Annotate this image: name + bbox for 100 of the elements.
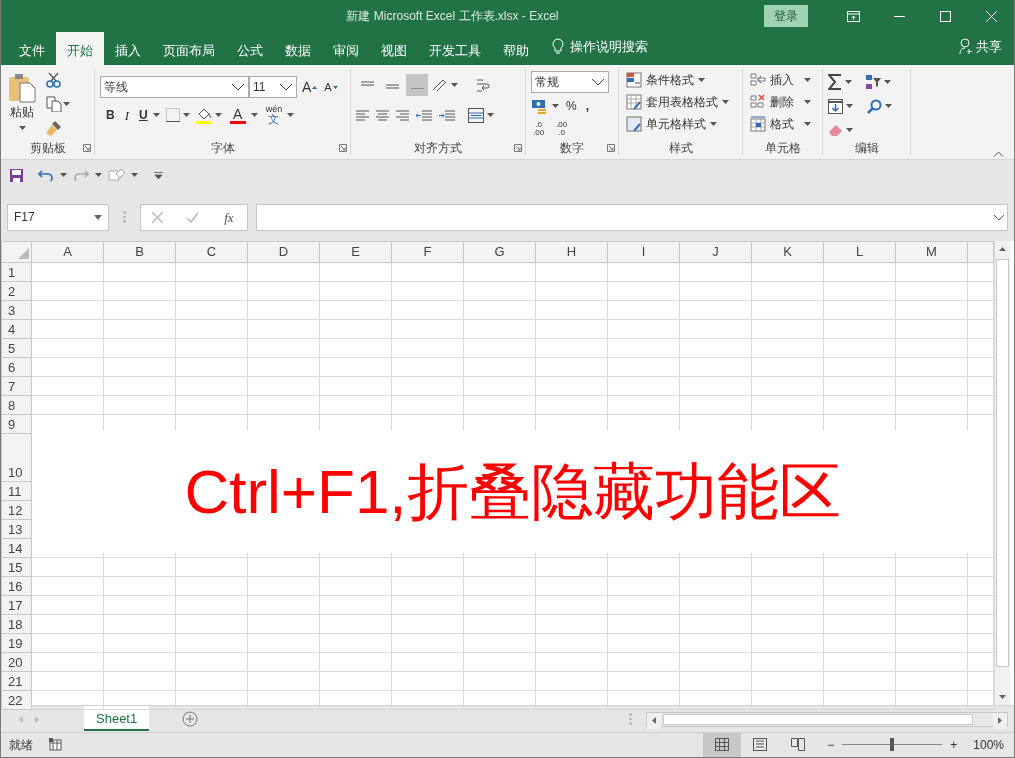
caret-icon[interactable] (182, 113, 190, 117)
scroll-right-icon[interactable] (998, 717, 1002, 724)
percent-button[interactable]: % (564, 99, 579, 113)
conditional-format-icon[interactable] (626, 72, 642, 88)
ribbon-tab[interactable]: 插入 (104, 32, 152, 65)
formula-input[interactable] (256, 203, 1008, 231)
shrink-font-button[interactable]: A (322, 80, 340, 94)
caret-icon[interactable] (698, 78, 705, 82)
borders-icon[interactable] (165, 108, 180, 122)
ribbon-tab[interactable]: 页面布局 (152, 32, 226, 65)
merge-center-icon[interactable] (468, 107, 484, 123)
minimize-icon[interactable] (893, 15, 905, 17)
column-header[interactable]: J (679, 241, 752, 262)
dialog-launcher-icon[interactable] (83, 144, 91, 152)
expand-icon[interactable] (993, 213, 1005, 221)
caret-icon[interactable] (885, 104, 892, 108)
ribbon-tab[interactable]: 开发工具 (418, 32, 492, 65)
column-header[interactable]: H (535, 241, 608, 262)
table-format-icon[interactable] (626, 94, 642, 110)
scroll-up-icon[interactable] (999, 247, 1006, 251)
decrease-indent-icon[interactable] (416, 109, 432, 121)
dropdown-arrow-icon[interactable] (94, 214, 102, 220)
caret-icon[interactable] (287, 113, 295, 117)
ribbon-tab[interactable]: 帮助 (492, 32, 540, 65)
caret-icon[interactable] (552, 104, 559, 108)
autosum-icon[interactable] (828, 74, 842, 91)
wrap-text-icon[interactable] (475, 77, 491, 93)
layout-view-icon[interactable] (753, 738, 768, 751)
paste-button[interactable]: 粘贴 (6, 69, 38, 139)
font-name-field[interactable]: 等线 (100, 76, 249, 98)
caret-icon[interactable] (60, 173, 67, 177)
fill-color-icon[interactable] (195, 106, 212, 124)
customize-toolbar-icon[interactable] (154, 171, 163, 179)
scrollbar-thumb[interactable] (996, 259, 1009, 667)
sort-filter-icon[interactable] (865, 74, 881, 91)
ribbon-display-icon[interactable] (846, 10, 860, 22)
ribbon-tab[interactable]: 视图 (370, 32, 418, 65)
caret-icon[interactable] (722, 100, 729, 104)
normal-view-icon[interactable] (715, 738, 730, 751)
italic-button[interactable]: I (122, 107, 131, 123)
font-color-button[interactable]: A (227, 105, 248, 125)
grow-font-button[interactable]: A (300, 79, 320, 95)
text-box[interactable]: Ctrl+F1,折叠隐藏功能区 (32, 430, 993, 553)
caret-icon[interactable] (214, 113, 222, 117)
caret-icon[interactable] (131, 173, 138, 177)
sheet-tab[interactable]: Sheet1 (84, 705, 150, 731)
format-cells-icon[interactable] (750, 116, 766, 132)
comma-button[interactable]: , (583, 99, 591, 113)
new-sheet-icon[interactable] (182, 711, 199, 727)
caret-icon[interactable] (250, 113, 258, 117)
search-icon[interactable] (867, 98, 882, 114)
column-header[interactable]: M (895, 241, 968, 262)
insert-cells-icon[interactable] (750, 72, 766, 88)
maximize-icon[interactable] (939, 10, 951, 22)
font-size-field[interactable]: 11 (249, 76, 297, 98)
caret-icon[interactable] (18, 125, 26, 130)
column-header[interactable]: C (175, 241, 248, 262)
column-header[interactable]: G (463, 241, 536, 262)
caret-icon[interactable] (152, 113, 160, 117)
pagebreak-view-icon[interactable] (791, 738, 806, 751)
delete-cells-icon[interactable] (750, 94, 766, 110)
name-box[interactable]: F17 (7, 203, 109, 231)
caret-icon[interactable] (451, 83, 458, 87)
number-format-field[interactable]: 常规 (531, 71, 609, 93)
column-header[interactable]: L (823, 241, 896, 262)
zoom-level-button[interactable]: 100% (971, 737, 1006, 752)
caret-icon[interactable] (710, 122, 717, 126)
column-header[interactable]: B (103, 241, 176, 262)
sign-in-button[interactable]: 登录 (764, 5, 808, 27)
column-header[interactable]: K (751, 241, 824, 262)
dialog-launcher-icon[interactable] (339, 144, 347, 152)
close-icon[interactable] (985, 10, 997, 22)
bold-button[interactable]: B (104, 108, 117, 122)
dialog-launcher-icon[interactable] (514, 144, 522, 152)
ribbon-tab[interactable]: 审阅 (322, 32, 370, 65)
caret-icon[interactable] (487, 113, 494, 117)
undo-icon[interactable] (38, 169, 54, 181)
caret-icon[interactable] (95, 173, 102, 177)
decrease-decimal-button[interactable]: .00 .0 (554, 120, 570, 138)
chevron-down-icon[interactable] (591, 78, 605, 86)
caret-icon[interactable] (804, 122, 811, 126)
dialog-launcher-icon[interactable] (607, 144, 615, 152)
cell-style-icon[interactable] (626, 116, 642, 132)
copy-icon[interactable] (46, 96, 62, 112)
caret-icon[interactable] (804, 100, 811, 104)
fill-down-icon[interactable] (828, 98, 843, 114)
caret-icon[interactable] (846, 127, 853, 132)
row-header[interactable]: 10 (1, 433, 32, 481)
format-cells-button[interactable]: 格式 (748, 115, 817, 133)
column-header[interactable]: F (391, 241, 464, 262)
scroll-down-icon[interactable] (999, 695, 1006, 699)
insert-cells-button[interactable]: 插入 (748, 71, 817, 89)
increase-indent-icon[interactable] (439, 109, 455, 121)
underline-button[interactable]: U (137, 108, 150, 122)
ribbon-tab[interactable]: 公式 (226, 32, 274, 65)
tell-me-search[interactable]: 操作说明搜索 (570, 38, 648, 57)
column-header[interactable]: D (247, 241, 320, 262)
ribbon-tab[interactable]: 数据 (274, 32, 322, 65)
caret-icon[interactable] (845, 80, 852, 85)
column-header[interactable]: A (31, 241, 104, 262)
